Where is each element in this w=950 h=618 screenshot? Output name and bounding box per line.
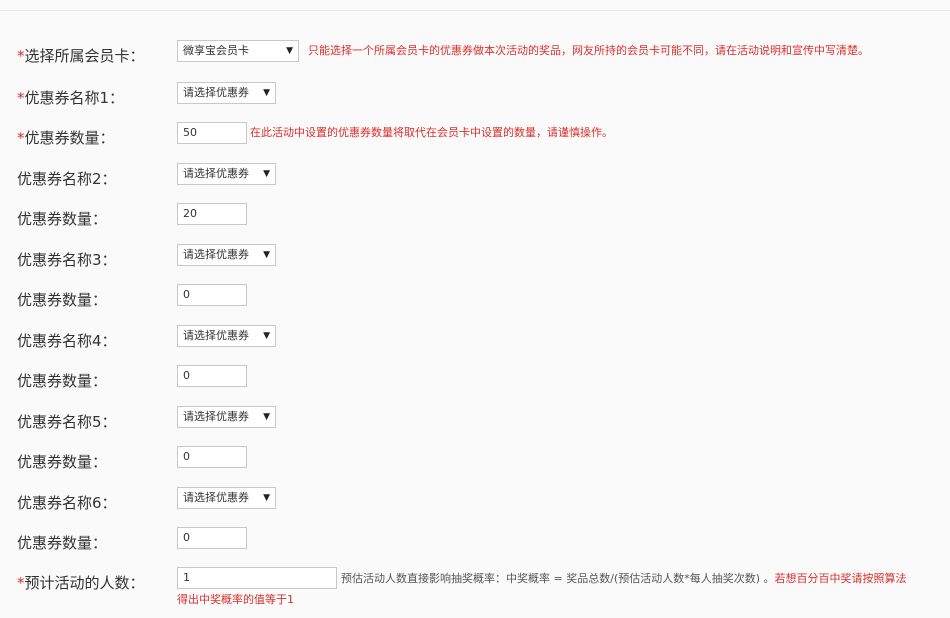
coupon6-name-row: 优惠券名称6： 请选择优惠券 ▼ xyxy=(0,487,950,519)
coupon3-name-row: 优惠券名称3： 请选择优惠券 ▼ xyxy=(0,244,950,276)
coupon1-qty-row: *优惠券数量： 50 在此活动中设置的优惠券数量将取代在会员卡中设置的数量，请谨… xyxy=(0,122,950,154)
coupon1-name-row: *优惠券名称1： 请选择优惠券 ▼ xyxy=(0,82,950,114)
top-divider xyxy=(0,10,950,11)
coupon6-name-label: 优惠券名称6： xyxy=(17,494,117,512)
coupon3-qty-row: 优惠券数量： 0 xyxy=(0,284,950,316)
coupon5-qty-label: 优惠券数量： xyxy=(17,453,108,471)
chevron-down-icon: ▼ xyxy=(263,412,270,422)
coupon3-name-label: 优惠券名称3： xyxy=(17,251,117,269)
coupon6-qty-label: 优惠券数量： xyxy=(17,534,108,552)
coupon1-qty-input[interactable]: 50 xyxy=(177,122,247,144)
coupon1-qty-label: *优惠券数量： xyxy=(17,129,115,147)
coupon4-select[interactable]: 请选择优惠券 ▼ xyxy=(177,325,276,347)
chevron-down-icon: ▼ xyxy=(286,46,293,56)
member-card-hint: 只能选择一个所属会员卡的优惠券做本次活动的奖品，网友所持的会员卡可能不同，请在活… xyxy=(308,44,869,57)
coupon2-name-row: 优惠券名称2： 请选择优惠券 ▼ xyxy=(0,163,950,195)
coupon5-name-label: 优惠券名称5： xyxy=(17,413,117,431)
participants-hint-line2: 得出中奖概率的值等于1 xyxy=(177,593,294,606)
coupon4-name-row: 优惠券名称4： 请选择优惠券 ▼ xyxy=(0,325,950,357)
coupon6-select[interactable]: 请选择优惠券 ▼ xyxy=(177,487,276,509)
member-card-select[interactable]: 微享宝会员卡 ▼ xyxy=(177,40,299,62)
chevron-down-icon: ▼ xyxy=(263,493,270,503)
member-card-row: *选择所属会员卡： 微享宝会员卡 ▼ 只能选择一个所属会员卡的优惠券做本次活动的… xyxy=(0,40,950,72)
coupon2-name-label: 优惠券名称2： xyxy=(17,170,117,188)
participants-hint-red: 若想百分百中奖请按照算法 xyxy=(774,572,907,585)
coupon5-qty-input[interactable]: 0 xyxy=(177,446,247,468)
coupon4-qty-row: 优惠券数量： 0 xyxy=(0,365,950,397)
chevron-down-icon: ▼ xyxy=(263,331,270,341)
coupon3-qty-input[interactable]: 0 xyxy=(177,284,247,306)
coupon4-qty-label: 优惠券数量： xyxy=(17,372,108,390)
participants-row: *预计活动的人数： 1 预估活动人数直接影响抽奖概率：中奖概率 = 奖品总数/(… xyxy=(0,567,950,615)
chevron-down-icon: ▼ xyxy=(263,169,270,179)
coupon4-qty-input[interactable]: 0 xyxy=(177,365,247,387)
coupon2-select[interactable]: 请选择优惠券 ▼ xyxy=(177,163,276,185)
coupon6-qty-row: 优惠券数量： 0 xyxy=(0,527,950,559)
coupon3-qty-label: 优惠券数量： xyxy=(17,291,108,309)
participants-hint-gray: 预估活动人数直接影响抽奖概率：中奖概率 = 奖品总数/(预估活动人数*每人抽奖次… xyxy=(341,572,775,585)
chevron-down-icon: ▼ xyxy=(263,250,270,260)
coupon3-select[interactable]: 请选择优惠券 ▼ xyxy=(177,244,276,266)
coupon1-select[interactable]: 请选择优惠券 ▼ xyxy=(177,82,276,104)
participants-hint: 预估活动人数直接影响抽奖概率：中奖概率 = 奖品总数/(预估活动人数*每人抽奖次… xyxy=(341,567,950,589)
coupon1-name-label: *优惠券名称1： xyxy=(17,89,125,107)
coupon2-qty-input[interactable]: 20 xyxy=(177,203,247,225)
coupon1-qty-hint: 在此活动中设置的优惠券数量将取代在会员卡中设置的数量，请谨慎操作。 xyxy=(250,126,613,139)
coupon5-name-row: 优惠券名称5： 请选择优惠券 ▼ xyxy=(0,406,950,438)
coupon6-qty-input[interactable]: 0 xyxy=(177,527,247,549)
participants-input[interactable]: 1 xyxy=(177,567,337,589)
member-card-label: *选择所属会员卡： xyxy=(17,47,145,65)
coupon2-qty-row: 优惠券数量： 20 xyxy=(0,203,950,235)
chevron-down-icon: ▼ xyxy=(263,88,270,98)
coupon5-qty-row: 优惠券数量： 0 xyxy=(0,446,950,478)
participants-label: *预计活动的人数： xyxy=(17,574,145,592)
coupon5-select[interactable]: 请选择优惠券 ▼ xyxy=(177,406,276,428)
coupon4-name-label: 优惠券名称4： xyxy=(17,332,117,350)
coupon2-qty-label: 优惠券数量： xyxy=(17,210,108,228)
